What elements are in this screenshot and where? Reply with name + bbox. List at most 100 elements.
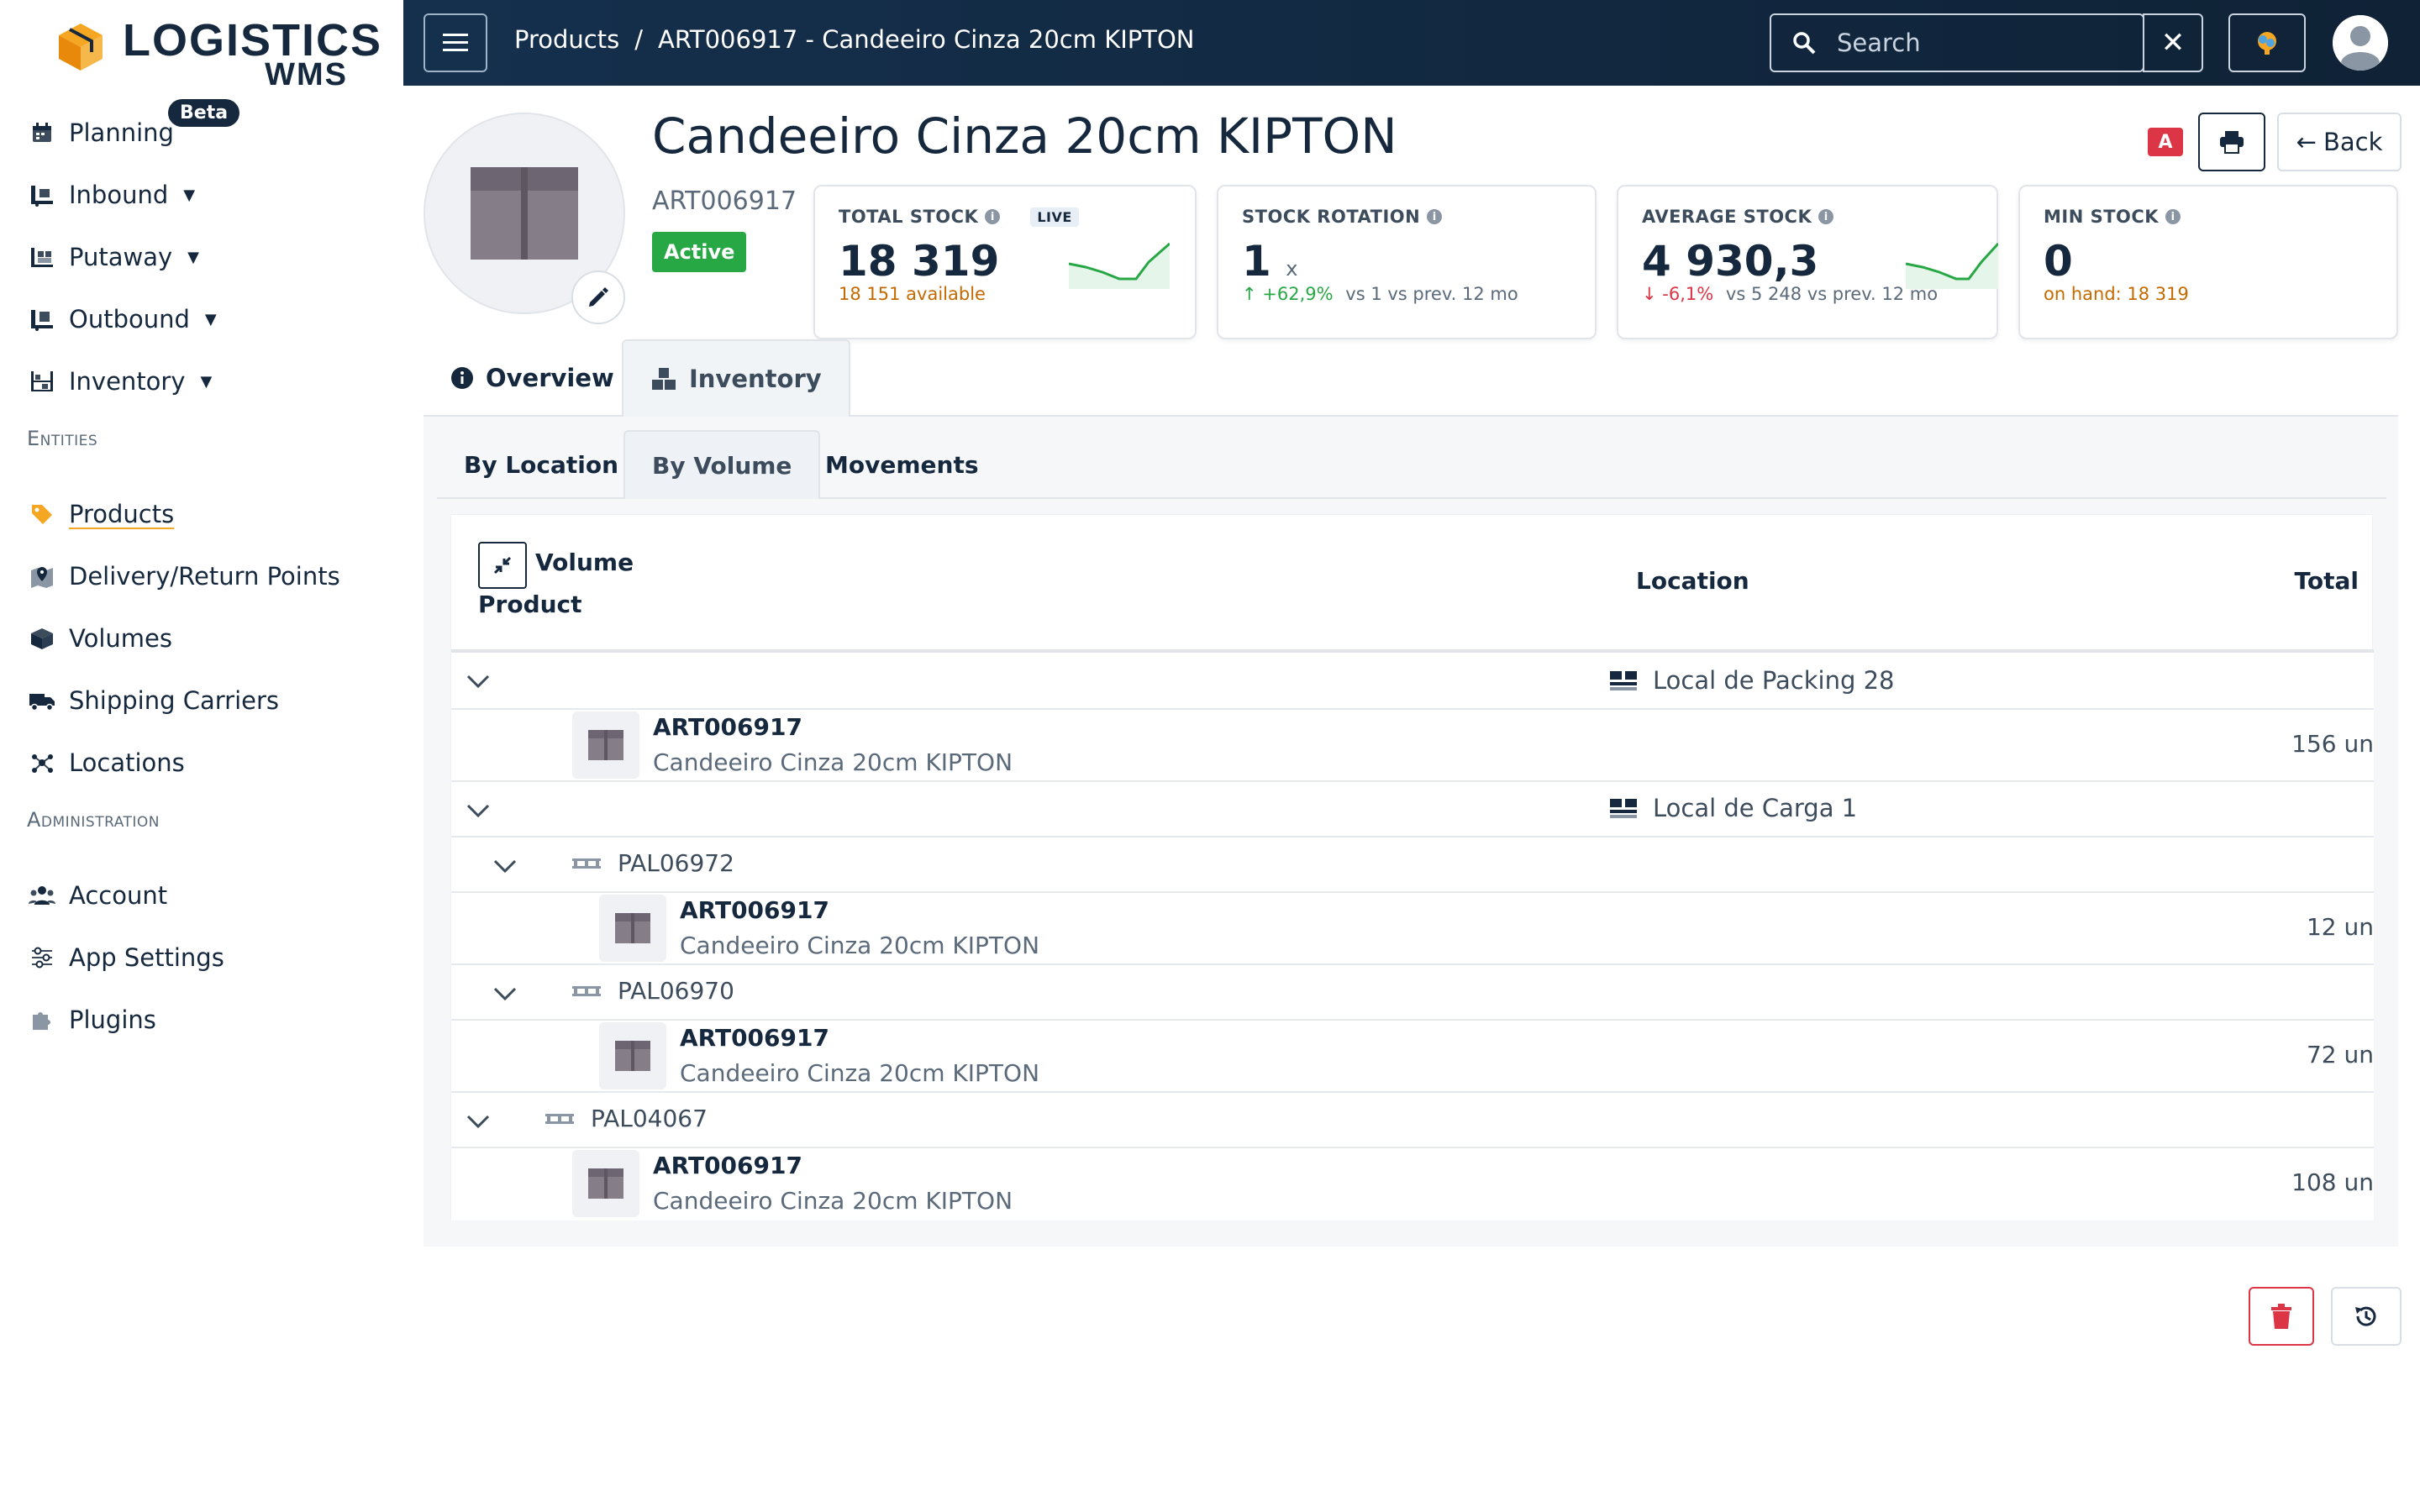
sidebar-item-volumes[interactable]: Volumes — [27, 615, 172, 662]
puzzle-icon — [27, 1005, 57, 1035]
sidebar-item-delivery-return-points[interactable]: Delivery/Return Points — [27, 553, 340, 600]
ai-assistant-button[interactable] — [2228, 13, 2306, 72]
beta-badge: Beta — [168, 99, 240, 127]
breadcrumb-products-link[interactable]: Products — [514, 25, 619, 54]
sidebar-item-outbound[interactable]: Outbound ▼ — [27, 296, 217, 343]
hamburger-menu-button[interactable] — [424, 13, 487, 72]
back-button-label: Back — [2323, 128, 2383, 156]
tab-movements[interactable]: Movements — [798, 430, 1006, 499]
chevron-down-icon[interactable] — [461, 794, 495, 827]
product-code[interactable]: ART006917 — [653, 1152, 802, 1179]
quantity-value: 108 un — [2291, 1168, 2374, 1196]
group-row-location[interactable]: Local de Carga 1 — [451, 782, 2374, 837]
back-button[interactable]: ← Back — [2277, 113, 2402, 171]
info-icon[interactable]: i — [1427, 209, 1443, 224]
header-product[interactable]: Product — [478, 591, 582, 618]
sidebar-item-locations[interactable]: Locations — [27, 739, 185, 786]
caret-down-icon: ▼ — [183, 186, 196, 204]
product-name: Candeeiro Cinza 20cm KIPTON — [653, 1187, 1013, 1215]
header-location[interactable]: Location — [1636, 567, 1749, 595]
info-icon[interactable]: i — [985, 209, 1001, 224]
tab-inventory[interactable]: Inventory — [622, 339, 850, 417]
kpi-value: 0 — [2044, 237, 2073, 286]
delete-button[interactable] — [2249, 1287, 2314, 1346]
search-box — [1770, 13, 2144, 72]
kpi-label-text: TOTAL STOCK — [839, 207, 979, 227]
pallet-icon — [545, 1113, 574, 1124]
product-code[interactable]: ART006917 — [680, 896, 829, 924]
tab-by-location[interactable]: By Location — [437, 430, 645, 499]
location-label: Local de Packing 28 — [1653, 666, 1895, 695]
edit-image-button[interactable] — [571, 270, 625, 324]
print-button[interactable] — [2198, 113, 2265, 171]
printer-icon — [2220, 131, 2244, 154]
app-logo[interactable]: LOGISTICS WMS — [54, 15, 381, 92]
sidebar-item-account[interactable]: Account — [27, 872, 167, 919]
group-row-location[interactable]: Local de Packing 28 — [451, 653, 2374, 710]
user-avatar[interactable] — [2333, 15, 2388, 71]
sidebar-item-label: Outbound — [69, 305, 190, 333]
kpi-sub-text: ↓ -6,1% vs 5 248 vs prev. 12 mo — [1642, 284, 1938, 304]
product-name: Candeeiro Cinza 20cm KIPTON — [680, 932, 1040, 959]
group-row-pallet[interactable]: PAL06970 — [451, 965, 2374, 1021]
info-circle-icon — [451, 367, 473, 389]
sidebar-item-inventory[interactable]: Inventory ▼ — [27, 358, 212, 405]
inventory-icon — [27, 366, 57, 396]
sparkline-chart — [1069, 242, 1170, 289]
table-row[interactable]: ART006917 Candeeiro Cinza 20cm KIPTON 15… — [451, 710, 2374, 782]
sidebar-item-label: Locations — [69, 748, 185, 777]
chevron-down-icon[interactable] — [488, 977, 522, 1011]
sidebar-item-inbound[interactable]: Inbound ▼ — [27, 171, 195, 218]
sidebar-item-plugins[interactable]: Plugins — [27, 996, 156, 1043]
tab-overview[interactable]: Overview — [424, 339, 641, 417]
info-icon[interactable]: i — [1818, 209, 1834, 224]
users-icon — [27, 880, 57, 911]
clear-search-button[interactable]: ✕ — [2143, 13, 2203, 72]
product-thumbnail — [599, 1022, 666, 1089]
info-icon[interactable]: i — [2165, 209, 2181, 224]
kpi-card-min-stock: MIN STOCK i 0 on hand: 18 319 — [2018, 185, 2398, 339]
table-row[interactable]: ART006917 Candeeiro Cinza 20cm KIPTON 10… — [451, 1148, 2374, 1221]
group-row-pallet[interactable]: PAL04067 — [451, 1093, 2374, 1148]
sidebar-item-label: Shipping Carriers — [69, 686, 280, 715]
search-input[interactable] — [1837, 29, 2089, 57]
product-box-icon — [471, 167, 578, 260]
section-entities: Entities — [27, 427, 98, 450]
pallet-name: PAL06970 — [572, 977, 734, 1005]
sidebar-item-app-settings[interactable]: App Settings — [27, 934, 224, 981]
chevron-down-icon[interactable] — [461, 1105, 495, 1138]
header-volume[interactable]: Volume — [535, 549, 634, 576]
arrow-up-icon: ↑ — [1242, 284, 1257, 304]
history-button[interactable] — [2331, 1287, 2402, 1346]
kpi-label-text: MIN STOCK — [2044, 207, 2160, 227]
pallet-label: PAL04067 — [591, 1105, 708, 1132]
main-tabs: Overview Inventory — [424, 339, 2398, 417]
pallet-label: PAL06972 — [618, 849, 734, 877]
tab-by-volume[interactable]: By Volume — [623, 430, 821, 499]
kpi-label: TOTAL STOCK i LIVE — [839, 207, 1079, 227]
group-row-pallet[interactable]: PAL06972 — [451, 837, 2374, 893]
sidebar-item-planning[interactable]: Planning — [27, 109, 174, 156]
kpi-label: STOCK ROTATION i — [1242, 207, 1443, 227]
live-badge: LIVE — [1030, 207, 1079, 227]
calendar-icon — [27, 118, 57, 148]
kpi-value: 18 319 — [839, 237, 1000, 286]
product-code[interactable]: ART006917 — [653, 713, 802, 741]
search-icon — [1771, 30, 1837, 55]
collapse-all-button[interactable] — [478, 542, 527, 589]
sidebar-item-products[interactable]: Products — [27, 491, 174, 538]
sidebar-item-label: App Settings — [69, 943, 224, 972]
sidebar-item-putaway[interactable]: Putaway ▼ — [27, 234, 199, 281]
chevron-down-icon[interactable] — [461, 664, 495, 698]
table-row[interactable]: ART006917 Candeeiro Cinza 20cm KIPTON 12… — [451, 893, 2374, 965]
kpi-change: +62,9% — [1262, 284, 1334, 304]
section-administration: Administration — [27, 808, 160, 832]
pallet-name: PAL06972 — [572, 849, 734, 877]
product-code[interactable]: ART006917 — [680, 1024, 829, 1052]
chevron-down-icon[interactable] — [488, 849, 522, 883]
kpi-label-text: STOCK ROTATION — [1242, 207, 1421, 227]
map-pin-icon — [27, 561, 57, 591]
sidebar-item-shipping-carriers[interactable]: Shipping Carriers — [27, 677, 279, 724]
header-total[interactable]: Total — [2295, 567, 2360, 595]
table-row[interactable]: ART006917 Candeeiro Cinza 20cm KIPTON 72… — [451, 1021, 2374, 1093]
